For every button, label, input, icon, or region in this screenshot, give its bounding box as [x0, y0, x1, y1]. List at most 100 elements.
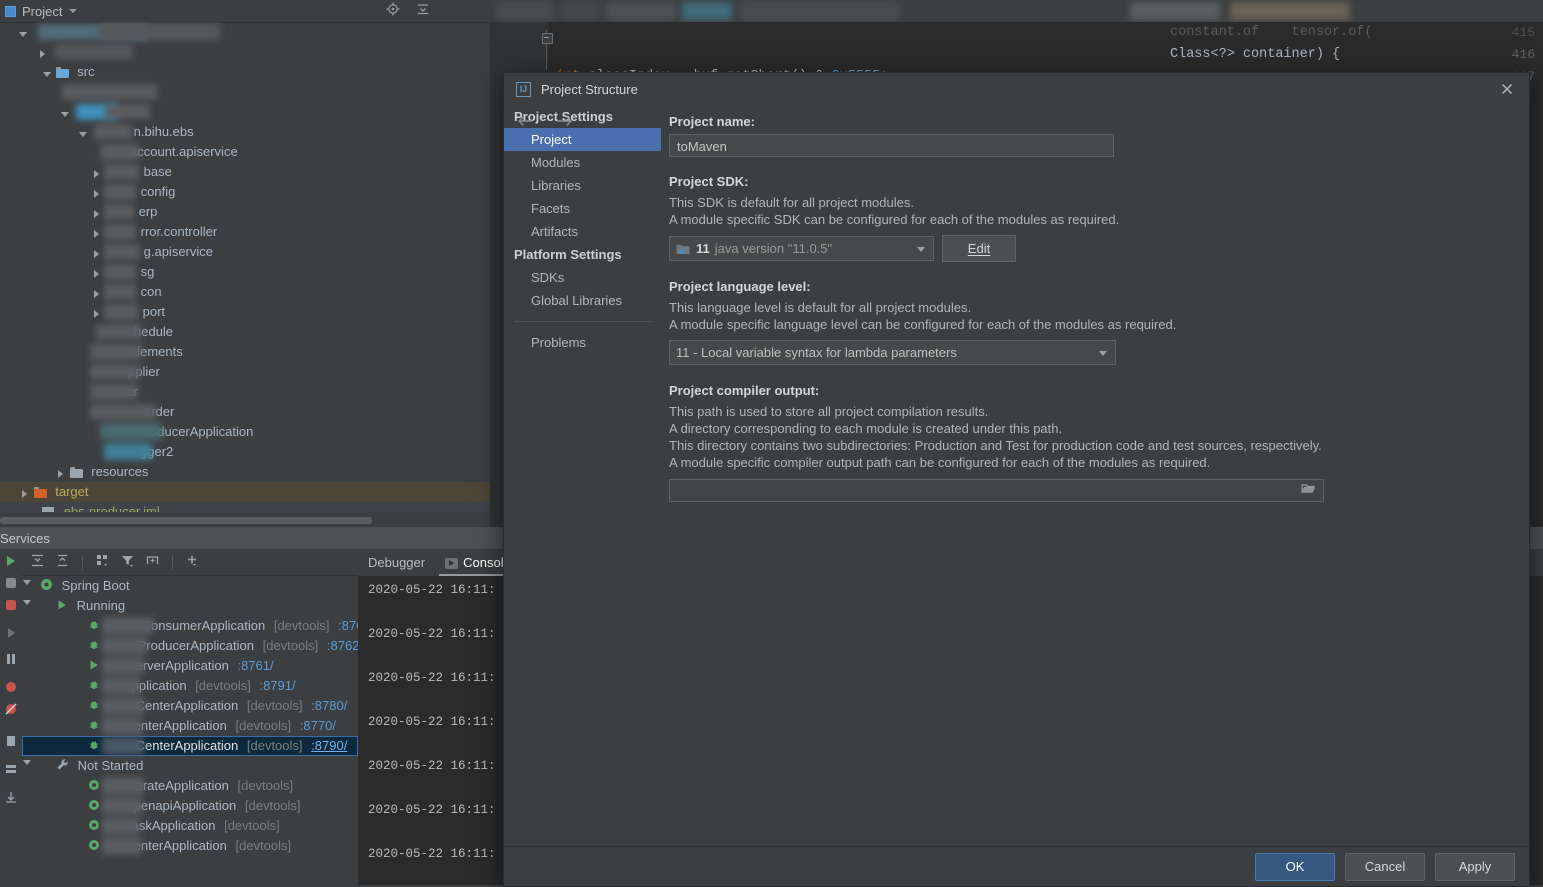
back-arrow-icon[interactable] [516, 114, 536, 131]
group-by-icon[interactable] [95, 553, 110, 571]
services-tree[interactable]: Spring Boot Running ConsumerApplication … [22, 576, 358, 885]
editor-tab-bar[interactable] [490, 0, 1543, 22]
tree-row-iml[interactable]: ebs-producer.iml [0, 502, 490, 512]
filter-icon[interactable] [120, 553, 135, 571]
sidebar-item-sdks[interactable]: SDKs [504, 266, 661, 289]
locate-target-icon[interactable] [386, 2, 400, 16]
tree-row[interactable] [0, 82, 490, 102]
tree-row[interactable]: oducerApplication [0, 422, 490, 442]
chevron-down-icon[interactable] [69, 9, 78, 13]
pause-icon[interactable] [3, 651, 19, 667]
project-sdk-dropdown[interactable]: 11 java version "11.0.5" [669, 236, 934, 261]
editor-tab-redacted[interactable] [560, 2, 600, 20]
services-item[interactable]: CenterApplication [devtools] :8780/ [22, 696, 358, 716]
project-tree-scrollbar[interactable] [0, 517, 490, 524]
tree-row[interactable]: g.apiservice [0, 242, 490, 262]
sidebar-item-problems[interactable]: Problems [504, 331, 661, 354]
sidebar-item-modules[interactable]: Modules [504, 151, 661, 174]
project-name-input[interactable]: toMaven [669, 134, 1114, 157]
collapse-all-icon[interactable] [416, 2, 430, 16]
tree-row[interactable]: gger2 [0, 442, 490, 462]
tree-row[interactable]: sg [0, 262, 490, 282]
compiler-output-input[interactable] [669, 479, 1324, 502]
forward-arrow-icon[interactable] [554, 114, 574, 131]
tree-row[interactable]: hedule [0, 322, 490, 342]
project-tree[interactable]: src n.bihu.ebs account.apiservice base c… [0, 22, 490, 512]
breakpoint-icon[interactable] [3, 679, 19, 695]
services-toolbar[interactable] [22, 549, 358, 576]
services-item-selected[interactable]: CenterApplication [devtools] :8790/ [22, 736, 358, 756]
chevron-down-icon[interactable] [1099, 351, 1107, 356]
tab-debugger[interactable]: Debugger [358, 549, 435, 576]
tree-row-resources[interactable]: resources [0, 462, 490, 482]
close-icon[interactable] [1499, 81, 1515, 97]
port-link[interactable]: :8762/ [327, 638, 358, 653]
services-group-spring-boot[interactable]: Spring Boot [22, 576, 358, 596]
collapse-all-icon[interactable] [55, 553, 70, 571]
sidebar-item-facets[interactable]: Facets [504, 197, 661, 220]
code-fold-marker[interactable] [542, 33, 553, 44]
settings-icon[interactable] [3, 733, 19, 749]
ok-button[interactable]: OK [1255, 852, 1335, 881]
tree-row[interactable]: er [0, 382, 490, 402]
run-toolbar-strip[interactable] [0, 549, 23, 885]
editor-tab-redacted[interactable] [1230, 2, 1350, 20]
sdk-edit-button[interactable]: Edit [942, 235, 1016, 262]
services-item[interactable]: erverApplication :8761/ [22, 656, 358, 676]
tree-row[interactable] [0, 102, 490, 122]
stop-icon[interactable] [3, 597, 19, 613]
services-item[interactable]: erateApplication [devtools] [22, 776, 358, 796]
tree-row[interactable]: con [0, 282, 490, 302]
rerun-icon[interactable] [3, 575, 19, 591]
services-item[interactable]: enterApplication [devtools] :8770/ [22, 716, 358, 736]
tree-row[interactable]: rror.controller [0, 222, 490, 242]
resume-icon[interactable] [3, 625, 19, 641]
folder-browse-icon[interactable] [1301, 479, 1316, 502]
tree-row[interactable]: order [0, 402, 490, 422]
editor-tab-redacted[interactable] [606, 2, 676, 20]
editor-tab-redacted[interactable] [496, 2, 554, 20]
services-item[interactable]: ConsumerApplication [devtools] :8765/ [22, 616, 358, 636]
add-icon[interactable] [185, 553, 200, 571]
cancel-button[interactable]: Cancel [1345, 852, 1425, 881]
services-item[interactable]: askApplication [devtools] [22, 816, 358, 836]
port-link[interactable]: :8791/ [259, 678, 295, 693]
tree-row[interactable]: ttlements [0, 342, 490, 362]
expand-all-icon[interactable] [30, 553, 45, 571]
services-group-not-started[interactable]: Not Started [22, 756, 358, 776]
tree-row[interactable]: erp [0, 202, 490, 222]
services-item[interactable]: penapiApplication [devtools] [22, 796, 358, 816]
tree-row[interactable]: port [0, 302, 490, 322]
sidebar-item-global-libraries[interactable]: Global Libraries [504, 289, 661, 312]
language-level-dropdown[interactable]: 11 - Local variable syntax for lambda pa… [669, 340, 1116, 365]
dialog-navigation[interactable] [504, 105, 661, 139]
export-icon[interactable] [3, 789, 19, 805]
tree-row[interactable]: account.apiservice [0, 142, 490, 162]
project-panel-header[interactable]: Project [0, 0, 490, 23]
editor-tab-redacted[interactable] [740, 2, 900, 20]
port-link[interactable]: :8780/ [311, 698, 347, 713]
tree-row-src[interactable]: src [0, 62, 490, 82]
sidebar-item-libraries[interactable]: Libraries [504, 174, 661, 197]
tree-row[interactable]: pplier [0, 362, 490, 382]
port-link[interactable]: :8790/ [311, 738, 347, 753]
sidebar-item-artifacts[interactable]: Artifacts [504, 220, 661, 243]
services-item[interactable]: pplication [devtools] :8791/ [22, 676, 358, 696]
services-item[interactable]: ProducerApplication [devtools] :8762/ [22, 636, 358, 656]
chevron-down-icon[interactable] [917, 247, 925, 252]
tree-row-target[interactable]: target [0, 482, 490, 502]
apply-button[interactable]: Apply [1435, 852, 1515, 881]
run-icon[interactable] [3, 553, 19, 569]
editor-tab-redacted[interactable] [682, 2, 732, 20]
tree-row[interactable]: base [0, 162, 490, 182]
tree-row[interactable] [0, 22, 490, 42]
port-link[interactable]: :8770/ [300, 718, 336, 733]
layout-icon[interactable] [3, 761, 19, 777]
port-link[interactable]: :8765/ [338, 618, 358, 633]
mute-breakpoints-icon[interactable] [3, 701, 19, 717]
tree-row[interactable] [0, 42, 490, 62]
services-group-running[interactable]: Running [22, 596, 358, 616]
add-tab-icon[interactable] [145, 553, 160, 571]
tree-row[interactable]: config [0, 182, 490, 202]
tree-row[interactable]: n.bihu.ebs [0, 122, 490, 142]
